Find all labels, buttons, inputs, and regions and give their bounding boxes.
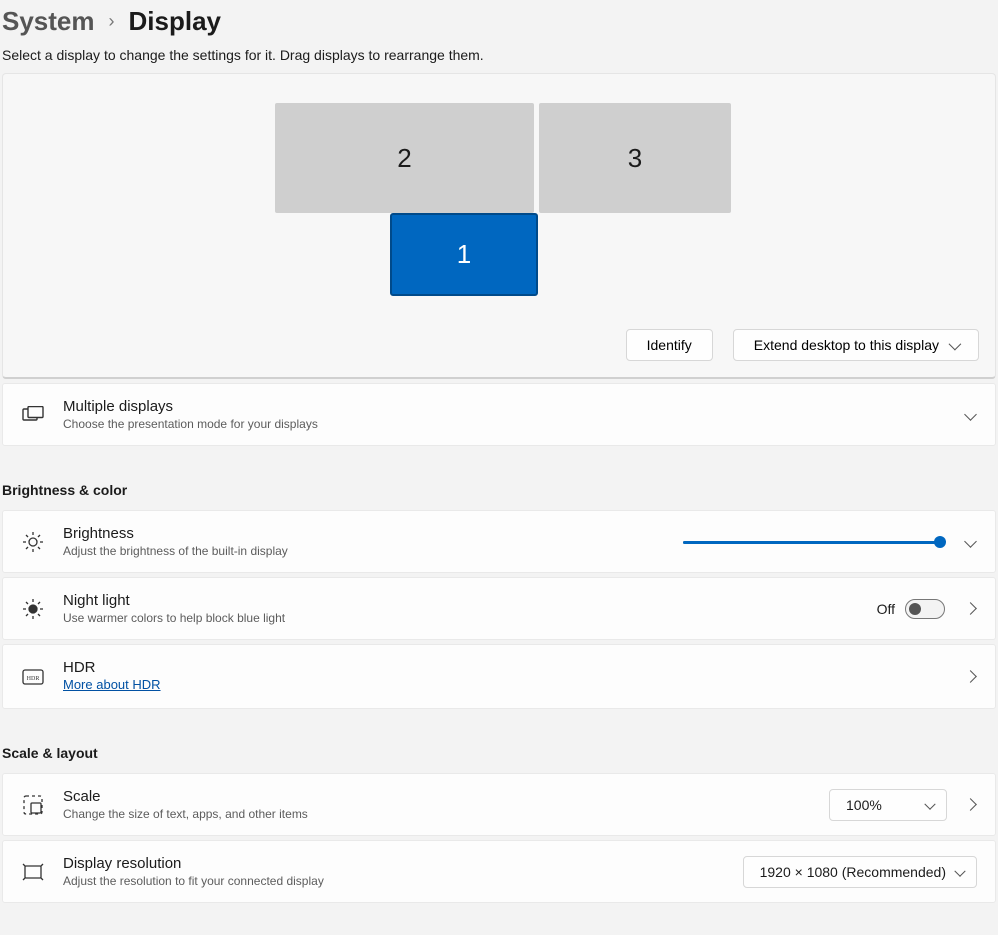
- display-arrangement-panel: 2 3 1 Identify Extend desktop to this di…: [2, 73, 996, 379]
- arrange-instruction: Select a display to change the settings …: [0, 47, 998, 73]
- night-light-desc: Use warmer colors to help block blue lig…: [63, 611, 859, 625]
- night-light-toggle[interactable]: [905, 599, 945, 619]
- multiple-displays-desc: Choose the presentation mode for your di…: [63, 417, 945, 431]
- scale-title: Scale: [63, 788, 811, 805]
- monitor-2[interactable]: 2: [275, 103, 534, 213]
- monitor-1-selected[interactable]: 1: [391, 214, 537, 295]
- chevron-right-icon: [963, 672, 977, 681]
- resolution-icon: [21, 860, 45, 884]
- scale-icon: [21, 793, 45, 817]
- night-light-row[interactable]: Night light Use warmer colors to help bl…: [2, 577, 996, 640]
- resolution-dropdown[interactable]: 1920 × 1080 (Recommended): [743, 856, 977, 888]
- section-scale-layout: Scale & layout: [0, 713, 998, 769]
- hdr-title: HDR: [63, 659, 945, 676]
- scale-dropdown[interactable]: 100%: [829, 789, 947, 821]
- display-mode-dropdown[interactable]: Extend desktop to this display: [733, 329, 979, 361]
- monitor-3[interactable]: 3: [539, 103, 731, 213]
- brightness-row[interactable]: Brightness Adjust the brightness of the …: [2, 510, 996, 573]
- night-light-state: Off: [877, 601, 895, 617]
- display-mode-label: Extend desktop to this display: [754, 337, 939, 353]
- chevron-down-icon: [949, 337, 958, 353]
- night-light-title: Night light: [63, 592, 859, 609]
- chevron-right-icon: [963, 800, 977, 809]
- brightness-desc: Adjust the brightness of the built-in di…: [63, 544, 665, 558]
- multiple-displays-icon: [21, 403, 45, 427]
- chevron-right-icon: ›: [109, 11, 115, 32]
- resolution-value: 1920 × 1080 (Recommended): [760, 864, 946, 880]
- resolution-title: Display resolution: [63, 855, 725, 872]
- brightness-slider[interactable]: [683, 534, 945, 550]
- hdr-row[interactable]: HDR HDR More about HDR: [2, 644, 996, 709]
- identify-label: Identify: [647, 337, 692, 353]
- section-brightness-color: Brightness & color: [0, 450, 998, 506]
- resolution-row[interactable]: Display resolution Adjust the resolution…: [2, 840, 996, 903]
- hdr-more-link[interactable]: More about HDR: [63, 677, 161, 692]
- night-light-icon: [21, 597, 45, 621]
- breadcrumb: System › Display: [0, 0, 998, 47]
- scale-desc: Change the size of text, apps, and other…: [63, 807, 811, 821]
- resolution-desc: Adjust the resolution to fit your connec…: [63, 874, 725, 888]
- brightness-icon: [21, 530, 45, 554]
- identify-button[interactable]: Identify: [626, 329, 713, 361]
- brightness-title: Brightness: [63, 525, 665, 542]
- scale-row[interactable]: Scale Change the size of text, apps, and…: [2, 773, 996, 836]
- hdr-icon: HDR: [21, 665, 45, 689]
- chevron-down-icon: [963, 537, 977, 546]
- breadcrumb-parent[interactable]: System: [2, 6, 95, 37]
- svg-text:HDR: HDR: [27, 676, 40, 682]
- multiple-displays-title: Multiple displays: [63, 398, 945, 415]
- scale-value: 100%: [846, 797, 882, 813]
- chevron-down-icon: [963, 410, 977, 419]
- multiple-displays-row[interactable]: Multiple displays Choose the presentatio…: [2, 383, 996, 446]
- chevron-right-icon: [963, 604, 977, 613]
- page-title: Display: [129, 6, 222, 37]
